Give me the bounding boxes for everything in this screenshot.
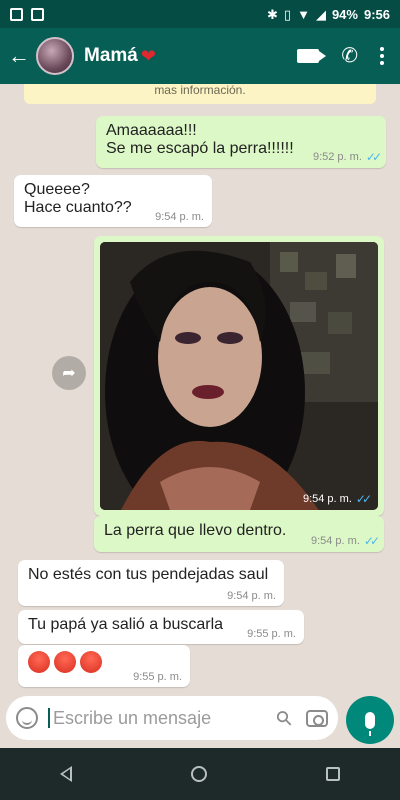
system-notice: mas información. (24, 84, 376, 104)
screenshot-notification-icon (10, 7, 23, 21)
message-time: 9:54 p. m. (302, 493, 352, 505)
message-line: No estés con tus pendejadas saul (28, 566, 269, 583)
compose-bar: Escribe un mensaje ⚲ (0, 690, 400, 748)
heart-icon: ❤ (140, 45, 156, 66)
message-time: 9:52 p. m. (312, 151, 362, 163)
bluetooth-icon: ✱ (267, 6, 278, 22)
phone-icon[interactable]: ✆ (341, 46, 358, 66)
message-time: 9:55 p. m. (247, 628, 296, 640)
back-arrow-icon[interactable]: ← (4, 43, 34, 69)
mic-button[interactable] (346, 696, 394, 744)
battery-level: 94% (331, 6, 358, 22)
message-input[interactable]: Escribe un mensaje ⚲ (6, 696, 338, 740)
incoming-message[interactable]: No estés con tus pendejadas saul 9:54 p.… (18, 560, 284, 606)
contact-name: Mamá (84, 45, 138, 66)
incoming-emoji-message[interactable]: 9:55 p. m. (18, 645, 190, 687)
read-ticks-icon: ✓✓ (365, 150, 382, 164)
vibrate-icon: ▯ (283, 6, 292, 22)
angry-face-icon (80, 651, 102, 673)
camera-icon[interactable] (306, 709, 328, 727)
incoming-message[interactable]: Tu papá ya salió a buscarla 9:55 p. m. (18, 610, 304, 644)
chat-area[interactable]: mas información. Amaaaaaa!!! Se me escap… (0, 84, 400, 690)
message-line: Amaaaaaa!!! (106, 122, 197, 139)
chat-header: ← Mamá ❤ ✆ (0, 28, 400, 84)
contact-avatar[interactable] (36, 37, 74, 75)
nav-recents-icon[interactable] (326, 767, 341, 781)
message-time: 9:54 p. m. (310, 535, 360, 547)
read-ticks-icon: ✓✓ (355, 492, 372, 506)
emoji-icon[interactable] (16, 707, 38, 729)
angry-face-icon (28, 651, 50, 673)
outgoing-message[interactable]: La perra que llevo dentro. 9:54 p. m. ✓✓ (94, 516, 384, 552)
message-time: 9:55 p. m. (133, 671, 182, 683)
image-notification-icon (31, 7, 44, 21)
clock: 9:56 (363, 6, 390, 22)
nav-back-icon[interactable] (59, 766, 72, 782)
message-line: Queeee? (24, 181, 90, 198)
outgoing-message[interactable]: Amaaaaaa!!! Se me escapó la perra!!!!!! … (96, 116, 386, 168)
system-nav-bar (0, 748, 400, 800)
angry-face-icon (54, 651, 76, 673)
shared-photo[interactable]: 9:54 p. m. ✓✓ (100, 242, 378, 510)
status-bar: ✱ ▯ ▼ ◢ 94% 9:56 (0, 0, 400, 28)
forward-icon[interactable]: ➦ (52, 356, 86, 390)
microphone-icon (365, 711, 375, 736)
message-time: 9:54 p. m. (155, 211, 204, 223)
wifi-icon: ▼ (297, 6, 310, 22)
video-call-icon[interactable] (297, 49, 327, 63)
outgoing-photo-message[interactable]: 9:54 p. m. ✓✓ (94, 236, 384, 516)
incoming-message[interactable]: Queeee? Hace cuanto?? 9:54 p. m. (14, 175, 212, 227)
kebab-menu-icon[interactable] (380, 47, 384, 65)
nav-home-icon[interactable] (190, 766, 207, 782)
message-time: 9:54 p. m. (227, 590, 276, 602)
contact-title[interactable]: Mamá ❤ (84, 45, 156, 67)
signal-icon: ◢ (315, 6, 326, 22)
message-input-placeholder[interactable]: Escribe un mensaje (48, 708, 277, 728)
read-ticks-icon: ✓✓ (363, 534, 380, 548)
